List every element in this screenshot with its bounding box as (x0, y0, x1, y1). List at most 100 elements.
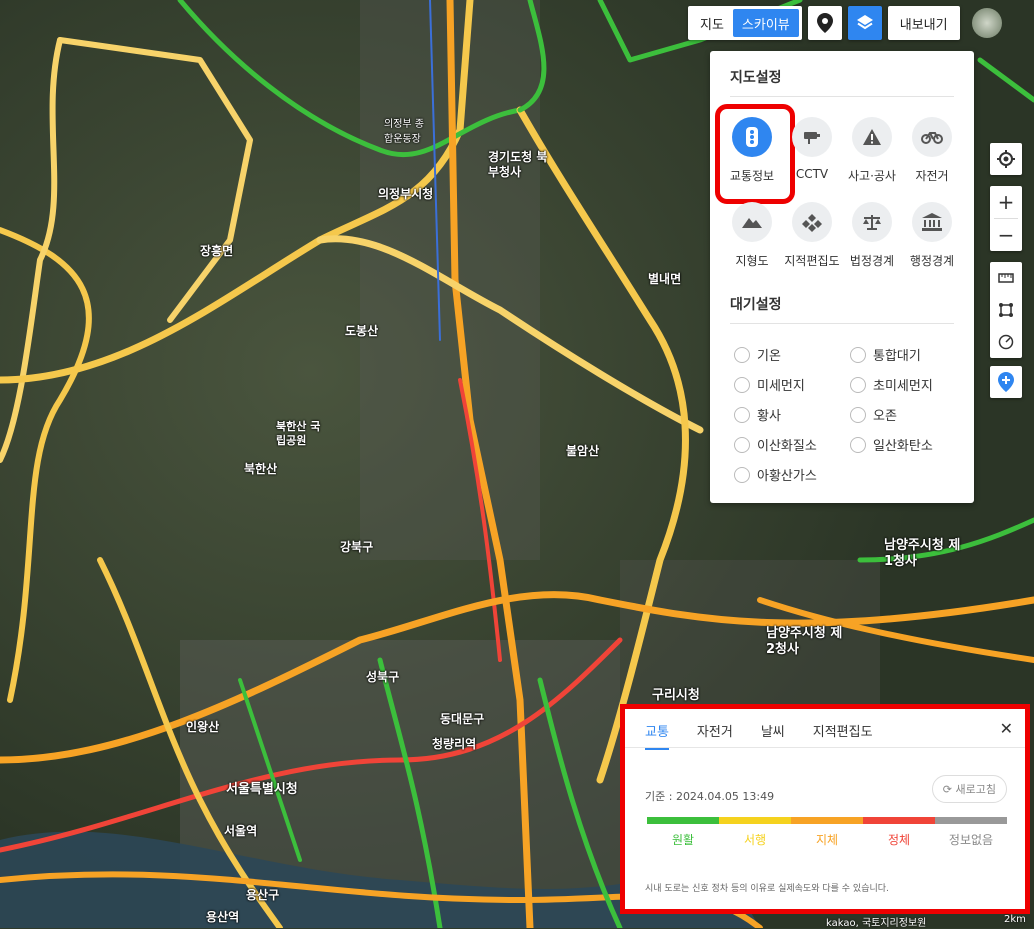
layer-admin-boundary[interactable]: 행정경계 (902, 202, 962, 269)
layer-accident[interactable]: 사고·공사 (842, 117, 902, 184)
radio-icon (850, 406, 866, 423)
map-label: 별내면 (648, 272, 682, 286)
air-option[interactable]: 일산화탄소 (850, 435, 933, 454)
layer-label: CCTV (795, 167, 829, 181)
building-icon (922, 213, 942, 231)
zoom-in-button[interactable]: + (990, 186, 1022, 218)
air-option[interactable]: 아황산가스 (734, 465, 817, 484)
layer-label: 자전거 (915, 169, 949, 183)
map-label: 서울역 (224, 824, 258, 838)
close-icon[interactable]: ✕ (1000, 719, 1013, 738)
map-settings-panel: 지도설정 교통정보 CCTV 사고·공사 자전거 지형도 지적편집도 법정경계 … (710, 51, 974, 503)
air-option[interactable]: 오존 (850, 405, 897, 424)
map-label: 청량리역 (432, 737, 477, 751)
map-label: 북한산 (244, 462, 278, 476)
layer-label: 지적편집도 (784, 254, 840, 268)
map-label: 불암산 (566, 444, 600, 458)
ruler-icon (998, 273, 1014, 283)
skyview-tab[interactable]: 스카이뷰 (732, 9, 799, 37)
add-pin-button[interactable] (990, 366, 1022, 398)
radio-icon (734, 346, 750, 363)
legend-tabs: 교통 자전거 날씨 지적편집도 (645, 721, 873, 750)
refresh-button[interactable]: ⟳ 새로고침 (931, 775, 1007, 803)
radio-icon (734, 466, 750, 483)
map-copyright: kakao, 국토지리정보원 (826, 918, 927, 929)
roadview-button[interactable] (807, 6, 842, 40)
map-type-toggle: 지도 스카이뷰 (688, 6, 802, 40)
map-label: 구리시청 (652, 688, 700, 703)
air-option[interactable]: 통합대기 (850, 345, 921, 364)
top-toolbar: 지도 스카이뷰 내보내기 (688, 6, 1002, 40)
tab-weather[interactable]: 날씨 (761, 721, 785, 750)
mountain-icon (742, 218, 762, 228)
cctv-icon (804, 132, 820, 144)
notice-text: 시내 도로는 신호 정차 등의 이유로 실제속도와 다를 수 있습니다. (645, 884, 889, 894)
air-settings-title: 대기설정 (730, 297, 782, 313)
layer-traffic[interactable]: 교통정보 (722, 117, 782, 184)
minus-icon: − (997, 223, 1015, 247)
level-label: 정체 (887, 833, 911, 847)
divider (730, 96, 954, 97)
map-label: 용산역 (206, 910, 240, 924)
map-label: 남양주시청 제2청사 (766, 626, 843, 657)
air-option[interactable]: 초미세먼지 (850, 375, 933, 394)
traffic-legend-panel: 교통 자전거 날씨 지적편집도 ✕ 기준 : 2024.04.05 13:49 … (620, 704, 1030, 914)
measure-tools (990, 262, 1022, 358)
layer-terrain[interactable]: 지형도 (722, 202, 782, 269)
scale-bar: 2km (1004, 914, 1026, 925)
zoom-out-button[interactable]: − (990, 219, 1022, 251)
current-location-button[interactable] (990, 143, 1022, 175)
layer-bicycle[interactable]: 자전거 (902, 117, 962, 184)
map-label: 강북구 (340, 540, 374, 554)
layers-icon (856, 15, 873, 30)
map-tab[interactable]: 지도 (691, 9, 733, 37)
level-swatch (647, 817, 719, 824)
pin-plus-icon (998, 372, 1014, 392)
air-option[interactable]: 기온 (734, 345, 781, 364)
warning-icon (863, 129, 881, 145)
level-swatch (791, 817, 863, 824)
tab-traffic[interactable]: 교통 (645, 721, 669, 750)
level-swatch (935, 817, 1007, 824)
layer-cadastral[interactable]: 지적편집도 (782, 202, 842, 269)
layer-label: 교통정보 (729, 169, 775, 183)
cadastral-icon (802, 214, 822, 232)
zoom-control: + − (990, 186, 1022, 251)
layers-button[interactable] (847, 6, 882, 40)
map-label: 도봉산 (345, 324, 379, 338)
level-label: 지체 (815, 833, 839, 847)
air-option[interactable]: 이산화질소 (734, 435, 817, 454)
level-label: 원활 (671, 833, 695, 847)
target-icon (997, 150, 1015, 168)
divider (625, 747, 1025, 748)
traffic-level-labels: 원활 서행 지체 정체 정보없음 (647, 831, 1007, 848)
pin-icon (816, 13, 833, 33)
layer-label: 지형도 (735, 254, 769, 268)
map-label: 의정부시청 (378, 187, 434, 201)
avatar[interactable] (971, 8, 1002, 38)
radius-tool[interactable] (990, 326, 1022, 358)
layer-cctv[interactable]: CCTV (782, 117, 842, 181)
map-label: 서울특별시청 (226, 782, 298, 797)
air-option[interactable]: 황사 (734, 405, 781, 424)
radio-icon (850, 376, 866, 393)
radio-icon (850, 436, 866, 453)
level-swatch (719, 817, 791, 824)
scales-icon (863, 215, 881, 230)
distance-tool[interactable] (990, 262, 1022, 294)
air-option[interactable]: 미세먼지 (734, 375, 805, 394)
map-label: 장흥면 (200, 244, 234, 258)
tab-bicycle[interactable]: 자전거 (697, 721, 733, 750)
layer-legal-boundary[interactable]: 법정경계 (842, 202, 902, 269)
tab-cadastral[interactable]: 지적편집도 (813, 721, 873, 750)
map-label: 성북구 (366, 670, 400, 684)
traffic-light-icon (746, 127, 758, 147)
map-label: 인왕산 (186, 720, 220, 734)
refresh-icon: ⟳ (942, 783, 953, 796)
map-settings-title: 지도설정 (730, 70, 782, 86)
divider (730, 323, 954, 324)
export-button[interactable]: 내보내기 (887, 6, 960, 40)
area-tool[interactable] (990, 294, 1022, 326)
bicycle-icon (921, 132, 943, 144)
layer-label: 사고·공사 (848, 169, 896, 183)
